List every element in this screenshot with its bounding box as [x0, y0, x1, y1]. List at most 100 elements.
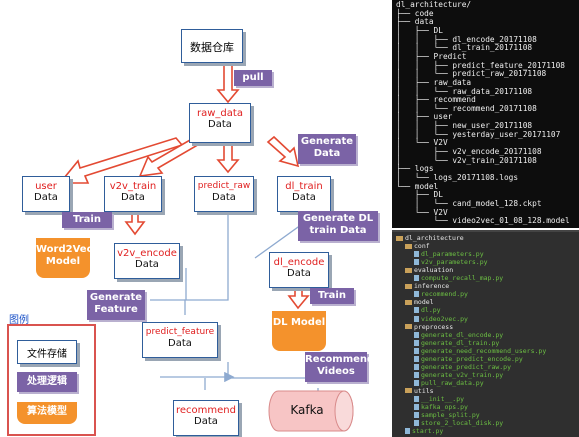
- project-tree-file[interactable]: dl_parameters.py: [414, 250, 484, 258]
- project-tree-file[interactable]: start.py: [405, 427, 443, 435]
- dl-encode-name: dl_encode: [273, 257, 325, 268]
- dl-encode-sub: Data: [287, 268, 311, 279]
- python-file-icon: [414, 291, 419, 298]
- project-tree-folder[interactable]: inference: [405, 282, 449, 290]
- project-tree-file[interactable]: __init__.py: [414, 395, 464, 403]
- python-file-icon: [414, 307, 419, 314]
- project-tree-file[interactable]: dl.py: [414, 306, 441, 314]
- project-tree-file[interactable]: compute_recall_map.py: [414, 274, 503, 282]
- data-warehouse-node: 数据仓库: [181, 29, 243, 63]
- project-tree-file[interactable]: generate_dl_encode.py: [414, 331, 503, 339]
- recommend-data-sub: Data: [194, 416, 218, 427]
- project-tree-label: preprocess: [414, 322, 454, 331]
- project-tree-file[interactable]: generate_predict_raw.py: [414, 363, 511, 371]
- dl-encode-node: dl_encode Data: [269, 252, 329, 288]
- dl-model: DL Model: [272, 311, 326, 351]
- generate-feature-label: Generate Feature: [89, 292, 143, 315]
- user-data-sub: Data: [34, 192, 58, 203]
- pull-label: pull: [242, 72, 264, 83]
- project-tree-label: dl_architecture: [405, 234, 464, 242]
- dl-train-sub: Data: [292, 192, 316, 203]
- python-file-icon: [414, 251, 419, 258]
- project-tree-label: inference: [414, 282, 450, 291]
- project-tree-file[interactable]: pull_raw_data.py: [414, 379, 484, 387]
- folder-icon: [405, 267, 412, 273]
- v2v-train-sub: Data: [121, 192, 145, 203]
- project-tree-folder[interactable]: utils: [405, 387, 434, 395]
- generate-data-label: Generate Data: [300, 136, 354, 159]
- project-tree-label: sample_split.py: [421, 411, 480, 420]
- python-file-icon: [405, 428, 410, 435]
- python-file-icon: [414, 412, 419, 419]
- project-tree-label: generate_predict_encode.py: [421, 354, 523, 363]
- pull-process: pull: [234, 70, 272, 86]
- project-tree-label: conf: [414, 242, 430, 251]
- project-tree-label: generate_v2v_train.py: [421, 370, 504, 379]
- project-tree-file[interactable]: generate_v2v_train.py: [414, 371, 503, 379]
- predict-feature-sub: Data: [168, 338, 192, 349]
- generate-dl-train-data-process: Generate DL train Data: [298, 211, 378, 241]
- project-tree-label: generate_need_recommend_users.py: [421, 346, 547, 355]
- raw-data-name: raw_data: [197, 108, 243, 119]
- arrow-rawdata-to-dltrain: [266, 135, 300, 168]
- project-tree-label: kafka_ops.py: [421, 403, 468, 412]
- project-tree-file[interactable]: recommend.py: [414, 290, 468, 298]
- python-file-icon: [414, 396, 419, 402]
- project-tree-file[interactable]: generate_dl_train.py: [414, 339, 499, 347]
- project-tree-toolbar: [392, 230, 579, 232]
- python-file-icon: [414, 404, 419, 411]
- project-tree-label: video2vec.py: [421, 314, 468, 323]
- recommend-data-name: recommend: [176, 405, 236, 416]
- project-tree-label: recommend.py: [421, 290, 468, 299]
- dl-model-label: DL Model: [272, 317, 326, 328]
- predict-raw-node: predict_raw Data: [194, 176, 254, 212]
- predict-raw-name: predict_raw: [197, 181, 251, 191]
- terminal-tree-panel: dl_architecture/├── code ├── data │ ├── DL…: [392, 0, 579, 228]
- python-file-icon: [414, 331, 419, 338]
- project-tree-folder[interactable]: evaluation: [405, 266, 453, 274]
- project-tree-file[interactable]: kafka_ops.py: [414, 403, 468, 411]
- project-tree-label: generate_predict_raw.py: [421, 362, 512, 371]
- folder-icon: [405, 388, 412, 394]
- v2v-train-node: v2v_train Data: [104, 176, 162, 212]
- project-tree-label: generate_dl_encode.py: [421, 330, 504, 339]
- user-data-name: user: [35, 181, 57, 192]
- recommend-videos-label: Recommend Videos: [305, 354, 375, 377]
- project-tree-folder[interactable]: dl_architecture: [396, 234, 464, 242]
- python-file-icon: [414, 315, 419, 322]
- python-file-icon: [414, 355, 419, 362]
- python-file-icon: [414, 363, 419, 370]
- raw-data-sub: Data: [208, 119, 232, 130]
- train-v2v-label: Train V2V: [73, 214, 101, 241]
- project-tree-folder[interactable]: conf: [405, 242, 430, 250]
- legend-algorithm-model-label: 算法模型: [27, 406, 67, 417]
- recommend-videos-process: Recommend Videos: [305, 352, 374, 382]
- project-tree-file[interactable]: generate_predict_encode.py: [414, 355, 523, 363]
- dl-train-name: dl_train: [285, 181, 323, 192]
- dl-train-node: dl_train Data: [277, 176, 331, 212]
- project-tree-label: generate_dl_train.py: [421, 338, 500, 347]
- python-file-icon: [414, 339, 419, 346]
- project-tree-label: store_2_local_disk.py: [421, 419, 504, 428]
- word2vec-model-label: Word2Vec Model: [36, 244, 93, 267]
- project-tree-file[interactable]: generate_need_recommend_users.py: [414, 347, 546, 355]
- python-file-icon: [414, 347, 419, 354]
- arrow-rawdata-to-predictraw: [216, 139, 240, 174]
- folder-icon: [405, 243, 412, 249]
- project-tree-file[interactable]: video2vec.py: [414, 315, 468, 323]
- project-tree-file[interactable]: sample_split.py: [414, 411, 480, 419]
- generate-data-process: Generate Data: [298, 134, 356, 164]
- project-tree-folder[interactable]: preprocess: [405, 323, 453, 331]
- folder-icon: [405, 283, 412, 289]
- project-tree-file[interactable]: store_2_local_disk.py: [414, 419, 503, 427]
- legend-process-logic-label: 处理逻辑: [27, 376, 67, 387]
- project-tree-file[interactable]: v2v_parameters.py: [414, 258, 488, 266]
- legend-process-logic: 处理逻辑: [17, 372, 77, 392]
- project-tree-folder[interactable]: model: [405, 298, 434, 306]
- generate-feature-process: Generate Feature: [87, 290, 145, 320]
- predict-feature-name: predict_feature: [145, 327, 215, 337]
- user-data-node: user Data: [22, 176, 70, 212]
- predict-feature-node: predict_feature Data: [142, 322, 218, 358]
- predict-raw-sub: Data: [212, 192, 236, 203]
- folder-icon: [396, 235, 403, 241]
